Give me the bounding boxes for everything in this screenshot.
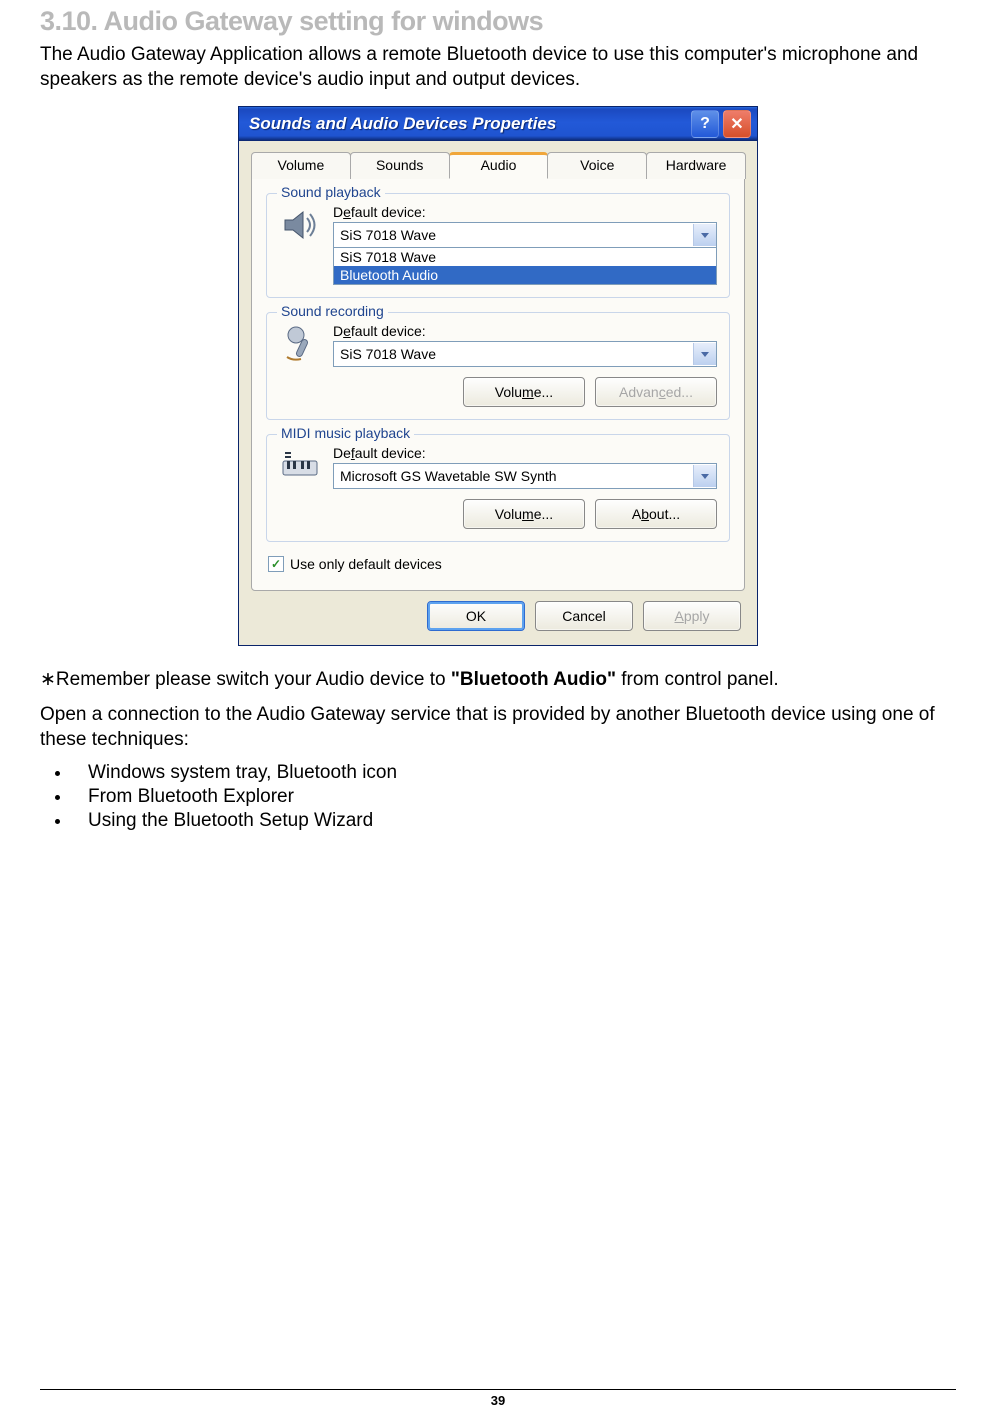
recording-device-combo[interactable]: SiS 7018 Wave <box>333 341 717 367</box>
speaker-icon <box>279 204 321 246</box>
recording-volume-button[interactable]: Volume... <box>463 377 585 407</box>
close-icon: ✕ <box>730 114 743 134</box>
chevron-down-icon <box>693 465 716 487</box>
titlebar-buttons: ? ✕ <box>691 110 751 138</box>
microphone-icon <box>279 323 321 365</box>
tab-audio[interactable]: Audio <box>449 152 549 179</box>
ok-button[interactable]: OK <box>427 601 525 631</box>
midi-buttons: Volume... About... <box>333 499 717 529</box>
tab-voice[interactable]: Voice <box>547 152 647 179</box>
section-heading: 3.10. Audio Gateway setting for windows <box>40 6 956 37</box>
apply-button: Apply <box>643 601 741 631</box>
help-icon: ? <box>700 115 710 133</box>
midi-device-value: Microsoft GS Wavetable SW Synth <box>340 468 557 484</box>
recording-advanced-button: Advanced... <box>595 377 717 407</box>
techniques-list: Windows system tray, Bluetooth icon From… <box>48 762 956 832</box>
tab-hardware[interactable]: Hardware <box>646 152 746 179</box>
use-default-label: Use only default devices <box>290 556 442 572</box>
recording-device-value: SiS 7018 Wave <box>340 346 436 362</box>
close-button[interactable]: ✕ <box>723 110 751 138</box>
playback-device-value: SiS 7018 Wave <box>340 227 436 243</box>
tab-panel-audio: Sound playback Default device: SiS 7018 … <box>251 178 745 591</box>
page-footer: 39 <box>40 1389 956 1410</box>
page-number: 39 <box>491 1393 505 1408</box>
dialog-footer: OK Cancel Apply <box>243 591 753 635</box>
tab-sounds[interactable]: Sounds <box>350 152 450 179</box>
recording-buttons: Volume... Advanced... <box>333 377 717 407</box>
intro-paragraph: The Audio Gateway Application allows a r… <box>40 43 956 92</box>
group-title-midi: MIDI music playback <box>277 425 414 441</box>
chevron-down-icon <box>693 224 716 246</box>
dialog-body: Volume Sounds Audio Voice Hardware Sound… <box>239 141 757 645</box>
playback-option-sis[interactable]: SiS 7018 Wave <box>334 248 716 266</box>
titlebar-text: Sounds and Audio Devices Properties <box>249 114 556 134</box>
list-item: Using the Bluetooth Setup Wizard <box>72 810 956 832</box>
use-default-checkbox-row[interactable]: ✓ Use only default devices <box>268 556 730 572</box>
titlebar[interactable]: Sounds and Audio Devices Properties ? ✕ <box>239 107 757 141</box>
midi-keyboard-icon <box>279 445 321 487</box>
group-title-recording: Sound recording <box>277 303 388 319</box>
list-item: Windows system tray, Bluetooth icon <box>72 762 956 784</box>
group-midi: MIDI music playback Default device: Micr… <box>266 434 730 542</box>
group-sound-playback: Sound playback Default device: SiS 7018 … <box>266 193 730 298</box>
midi-volume-button[interactable]: Volume... <box>463 499 585 529</box>
remember-note: ∗Remember please switch your Audio devic… <box>40 668 956 693</box>
group-title-playback: Sound playback <box>277 184 385 200</box>
tab-volume[interactable]: Volume <box>251 152 351 179</box>
midi-about-button[interactable]: About... <box>595 499 717 529</box>
playback-option-bluetooth[interactable]: Bluetooth Audio <box>334 266 716 284</box>
list-item: From Bluetooth Explorer <box>72 786 956 808</box>
playback-label: Default device: <box>333 204 717 220</box>
chevron-down-icon <box>693 343 716 365</box>
checkbox-checked-icon[interactable]: ✓ <box>268 556 284 572</box>
tabstrip: Volume Sounds Audio Voice Hardware <box>243 145 753 178</box>
recording-label: Default device: <box>333 323 717 339</box>
midi-device-combo[interactable]: Microsoft GS Wavetable SW Synth <box>333 463 717 489</box>
dialog-screenshot: Sounds and Audio Devices Properties ? ✕ … <box>40 106 956 646</box>
group-sound-recording: Sound recording Default device: SiS 7018… <box>266 312 730 420</box>
cancel-button[interactable]: Cancel <box>535 601 633 631</box>
audio-properties-dialog: Sounds and Audio Devices Properties ? ✕ … <box>238 106 758 646</box>
playback-device-combo[interactable]: SiS 7018 Wave <box>333 222 717 248</box>
help-button[interactable]: ? <box>691 110 719 138</box>
open-connection-paragraph: Open a connection to the Audio Gateway s… <box>40 703 956 752</box>
midi-label: Default device: <box>333 445 717 461</box>
playback-dropdown-list[interactable]: SiS 7018 Wave Bluetooth Audio <box>333 248 717 285</box>
